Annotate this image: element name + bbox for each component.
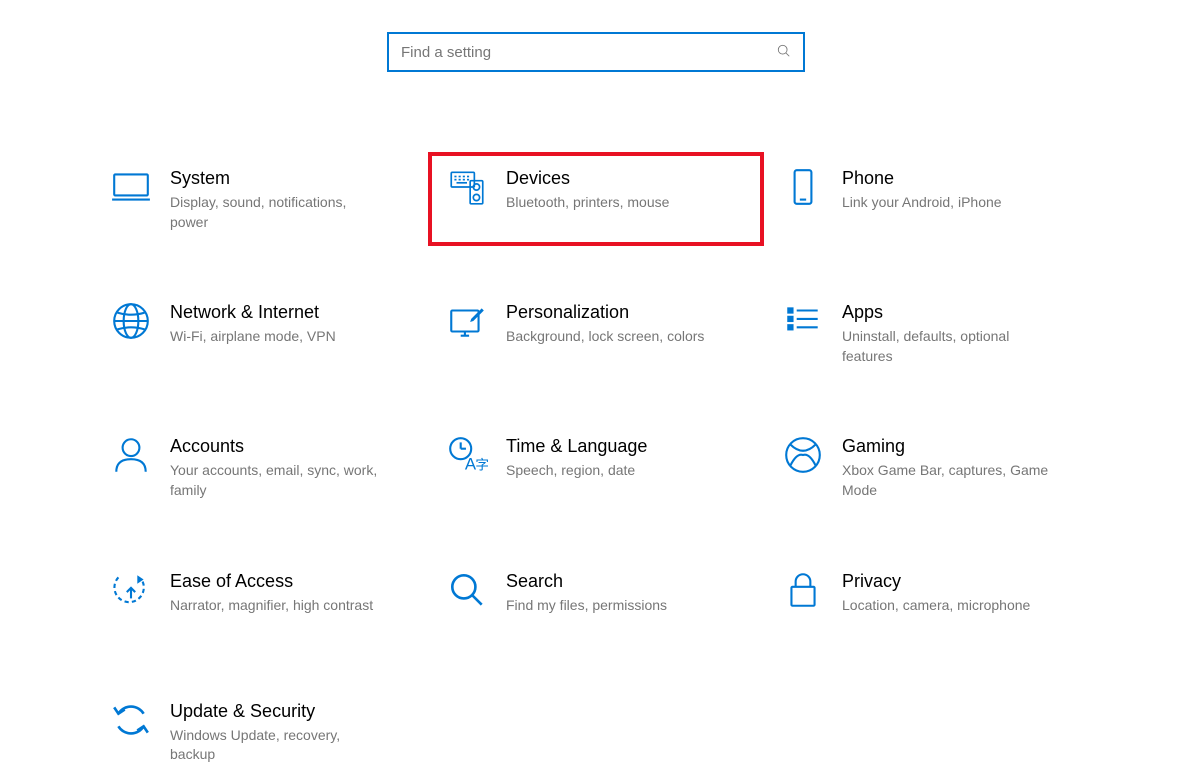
search-box[interactable] <box>387 32 805 72</box>
lock-icon <box>782 569 824 611</box>
tile-desc: Xbox Game Bar, captures, Game Mode <box>842 461 1052 500</box>
settings-grid: System Display, sound, notifications, po… <box>0 72 1192 779</box>
ease-of-access-icon <box>110 569 152 611</box>
tile-apps[interactable]: Apps Uninstall, defaults, optional featu… <box>764 286 1100 380</box>
tile-title: Time & Language <box>506 436 746 457</box>
tile-title: Devices <box>506 168 746 189</box>
tile-title: Network & Internet <box>170 302 410 323</box>
tile-title: Accounts <box>170 436 410 457</box>
phone-icon <box>782 166 824 208</box>
tile-desc: Bluetooth, printers, mouse <box>506 193 716 213</box>
tile-title: Personalization <box>506 302 746 323</box>
apps-icon <box>782 300 824 342</box>
tile-desc: Speech, region, date <box>506 461 716 481</box>
tile-desc: Uninstall, defaults, optional features <box>842 327 1052 366</box>
tile-text: Personalization Background, lock screen,… <box>506 300 746 347</box>
tile-desc: Your accounts, email, sync, work, family <box>170 461 380 500</box>
tile-desc: Narrator, magnifier, high contrast <box>170 596 380 616</box>
tile-title: Ease of Access <box>170 571 410 592</box>
tile-title: Gaming <box>842 436 1082 457</box>
tile-title: System <box>170 168 410 189</box>
personalization-icon <box>446 300 488 342</box>
time-language-icon: A 字 <box>446 434 488 476</box>
tile-title: Privacy <box>842 571 1082 592</box>
tile-desc: Find my files, permissions <box>506 596 716 616</box>
tile-desc: Location, camera, microphone <box>842 596 1052 616</box>
tile-text: System Display, sound, notifications, po… <box>170 166 410 232</box>
tile-time-language[interactable]: A 字 Time & Language Speech, region, date <box>428 420 764 514</box>
tile-personalization[interactable]: Personalization Background, lock screen,… <box>428 286 764 380</box>
tile-system[interactable]: System Display, sound, notifications, po… <box>92 152 428 246</box>
tile-text: Privacy Location, camera, microphone <box>842 569 1082 616</box>
update-icon <box>110 699 152 741</box>
accounts-icon <box>110 434 152 476</box>
tile-text: Accounts Your accounts, email, sync, wor… <box>170 434 410 500</box>
gaming-icon <box>782 434 824 476</box>
svg-text:字: 字 <box>475 458 488 473</box>
devices-icon <box>446 166 488 208</box>
tile-desc: Windows Update, recovery, backup <box>170 726 380 765</box>
globe-icon <box>110 300 152 342</box>
tile-title: Apps <box>842 302 1082 323</box>
tile-text: Update & Security Windows Update, recove… <box>170 699 410 765</box>
tile-text: Gaming Xbox Game Bar, captures, Game Mod… <box>842 434 1082 500</box>
tile-text: Ease of Access Narrator, magnifier, high… <box>170 569 410 616</box>
search-icon <box>777 44 791 61</box>
tile-desc: Wi-Fi, airplane mode, VPN <box>170 327 380 347</box>
system-icon <box>110 166 152 208</box>
tile-text: Phone Link your Android, iPhone <box>842 166 1082 213</box>
tile-privacy[interactable]: Privacy Location, camera, microphone <box>764 555 1100 645</box>
tile-title: Phone <box>842 168 1082 189</box>
magnifier-icon <box>446 569 488 611</box>
search-container <box>0 0 1192 72</box>
tile-update-security[interactable]: Update & Security Windows Update, recove… <box>92 685 428 779</box>
tile-text: Apps Uninstall, defaults, optional featu… <box>842 300 1082 366</box>
tile-network[interactable]: Network & Internet Wi-Fi, airplane mode,… <box>92 286 428 380</box>
tile-search[interactable]: Search Find my files, permissions <box>428 555 764 645</box>
tile-desc: Background, lock screen, colors <box>506 327 716 347</box>
tile-title: Search <box>506 571 746 592</box>
tile-ease-of-access[interactable]: Ease of Access Narrator, magnifier, high… <box>92 555 428 645</box>
tile-text: Time & Language Speech, region, date <box>506 434 746 481</box>
tile-title: Update & Security <box>170 701 410 722</box>
tile-desc: Display, sound, notifications, power <box>170 193 380 232</box>
tile-gaming[interactable]: Gaming Xbox Game Bar, captures, Game Mod… <box>764 420 1100 514</box>
tile-accounts[interactable]: Accounts Your accounts, email, sync, wor… <box>92 420 428 514</box>
tile-desc: Link your Android, iPhone <box>842 193 1052 213</box>
tile-phone[interactable]: Phone Link your Android, iPhone <box>764 152 1100 246</box>
tile-text: Network & Internet Wi-Fi, airplane mode,… <box>170 300 410 347</box>
tile-text: Search Find my files, permissions <box>506 569 746 616</box>
search-input[interactable] <box>401 44 777 61</box>
tile-text: Devices Bluetooth, printers, mouse <box>506 166 746 213</box>
tile-devices[interactable]: Devices Bluetooth, printers, mouse <box>428 152 764 246</box>
